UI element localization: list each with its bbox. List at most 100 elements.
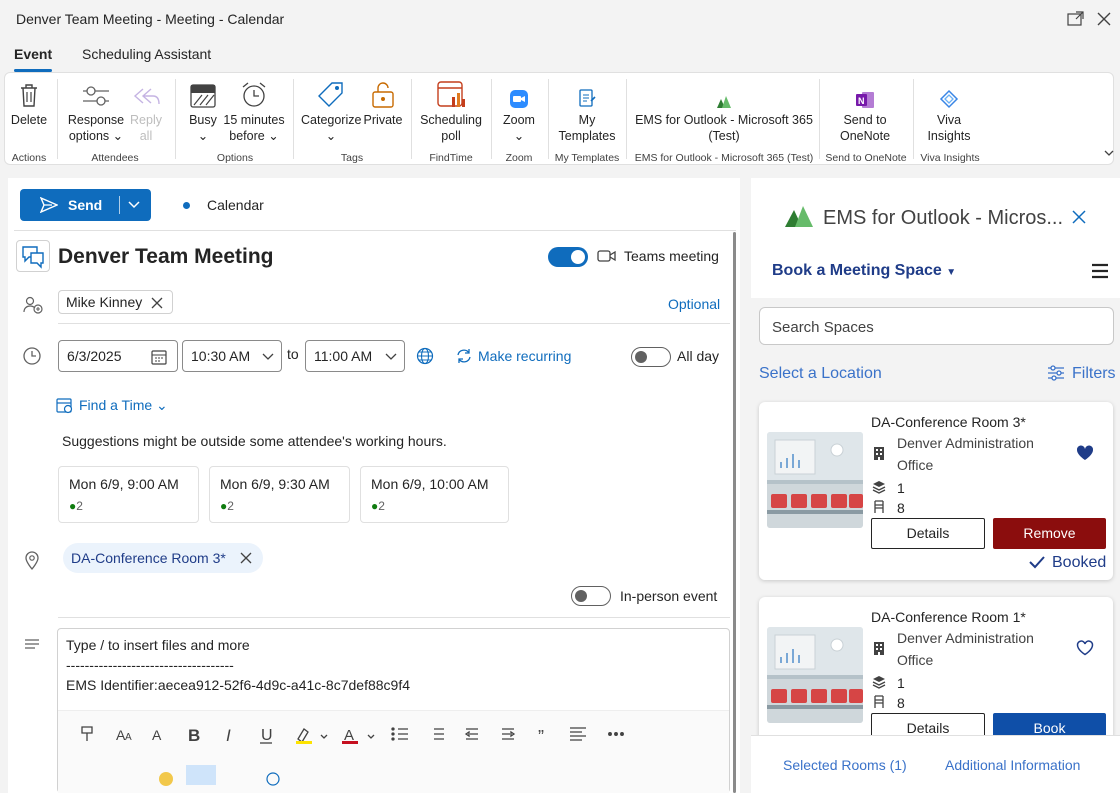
meeting-title-input[interactable]: Denver Team Meeting	[58, 245, 274, 269]
room-details-button[interactable]: Details	[871, 518, 985, 549]
response-label-2: options ⌄	[68, 129, 124, 143]
separator	[119, 196, 120, 214]
grow-font-icon[interactable]	[150, 723, 172, 747]
response-options-button[interactable]: Response options ⌄	[65, 77, 127, 144]
time-suggestion-card[interactable]: Mon 6/9, 9:00 AM ●2	[58, 466, 199, 523]
make-recurring-link[interactable]: Make recurring	[478, 348, 571, 364]
close-window-icon[interactable]	[1094, 9, 1114, 29]
clock-icon	[22, 346, 42, 371]
remove-location-icon[interactable]	[240, 551, 252, 569]
favorite-heart-outline-icon[interactable]	[1076, 640, 1094, 661]
suggestion-time: Mon 6/9, 9:00 AM	[69, 476, 179, 492]
reminder-label-1: 15 minutes	[223, 113, 285, 127]
busy-button[interactable]: Busy ⌄	[185, 77, 221, 144]
categorize-button[interactable]: Categorize ⌄	[301, 77, 361, 144]
chevron-down-icon: ⌄	[197, 129, 209, 143]
italic-icon[interactable]	[222, 723, 242, 747]
optional-attendees-link[interactable]: Optional	[668, 296, 720, 312]
close-addin-icon[interactable]	[1072, 210, 1086, 229]
find-time-icon	[56, 397, 74, 420]
selected-rooms-tab[interactable]: Selected Rooms (1)	[783, 757, 907, 773]
response-options-icon	[65, 77, 127, 109]
favorite-heart-icon[interactable]	[1076, 445, 1094, 466]
find-a-time-dropdown[interactable]: Find a Time ⌄	[79, 397, 168, 414]
ribbon-expand-icon[interactable]	[1102, 146, 1116, 160]
font-size-icon[interactable]	[114, 723, 136, 747]
highlight-icon[interactable]	[294, 723, 330, 747]
templates-label-1: My	[578, 113, 596, 127]
send-icon	[39, 196, 59, 218]
send-to-onenote-button[interactable]: N Send to OneNote	[827, 77, 903, 144]
poll-label-1: Scheduling	[420, 113, 482, 127]
reply-all-button[interactable]: Reply all	[129, 77, 163, 144]
viva-insights-icon	[919, 77, 979, 109]
building-icon	[873, 446, 885, 465]
decrease-indent-icon[interactable]	[462, 723, 486, 747]
additional-information-tab[interactable]: Additional Information	[945, 757, 1080, 773]
start-date-field[interactable]: 6/3/2025	[58, 340, 178, 372]
book-meeting-space-dropdown[interactable]: Book a Meeting Space ▼	[772, 262, 956, 280]
teams-meeting-toggle[interactable]	[548, 247, 588, 267]
delete-button[interactable]: Delete	[8, 77, 50, 128]
chevron-down-icon: ⌄	[325, 129, 337, 143]
lock-icon	[363, 77, 403, 109]
group-attendees: Attendees	[91, 152, 139, 164]
building-name-line-1: Denver Administration	[897, 630, 1034, 646]
capacity-value: 8	[897, 695, 905, 711]
quote-icon[interactable]	[534, 723, 554, 747]
select-location-link[interactable]: Select a Location	[759, 365, 882, 383]
bold-icon[interactable]	[186, 723, 206, 747]
ems-label-1: EMS for Outlook - Microsoft 365	[635, 113, 813, 127]
location-chip[interactable]: DA-Conference Room 3*	[63, 543, 263, 573]
ems-logo-icon	[784, 204, 814, 233]
send-button[interactable]: Send	[20, 189, 151, 221]
reminder-button[interactable]: 15 minutes before ⌄	[223, 77, 285, 144]
compose-scrollbar[interactable]	[733, 232, 736, 793]
building-name-line-2: Office	[897, 457, 934, 473]
format-painter-icon[interactable]	[78, 723, 100, 747]
onenote-label-2: OneNote	[839, 129, 891, 143]
zoom-button[interactable]: Zoom ⌄	[497, 77, 541, 144]
chevron-down-icon: ⌄	[513, 129, 525, 143]
all-day-toggle[interactable]	[631, 347, 671, 367]
attendee-chip[interactable]: Mike Kinney	[58, 290, 173, 314]
end-time-dropdown[interactable]: 11:00 AM	[305, 340, 405, 372]
zoom-icon	[497, 77, 541, 109]
calendar-selector[interactable]: Calendar	[207, 197, 264, 213]
ems-button[interactable]: EMS for Outlook - Microsoft 365 (Test)	[631, 77, 817, 144]
end-time-value: 11:00 AM	[314, 348, 373, 364]
start-time-dropdown[interactable]: 10:30 AM	[182, 340, 282, 372]
separator	[57, 79, 58, 159]
scheduling-poll-button[interactable]: Scheduling poll	[417, 77, 485, 144]
room-card: DA-Conference Room 1* Denver Administrat…	[759, 597, 1113, 747]
send-options-chevron-icon[interactable]	[127, 198, 141, 217]
room-name: DA-Conference Room 1*	[871, 609, 1026, 625]
align-icon[interactable]	[566, 723, 590, 747]
font-color-icon[interactable]	[340, 723, 376, 747]
bullet-list-icon[interactable]	[388, 723, 412, 747]
in-person-toggle[interactable]	[571, 586, 611, 606]
time-suggestion-card[interactable]: Mon 6/9, 9:30 AM ●2	[209, 466, 350, 523]
separator	[411, 79, 412, 159]
remove-room-button[interactable]: Remove	[993, 518, 1106, 549]
more-options-icon[interactable]	[604, 723, 628, 747]
tab-scheduling-assistant[interactable]: Scheduling Assistant	[82, 46, 211, 62]
my-templates-button[interactable]: My Templates	[553, 77, 621, 144]
search-spaces-input[interactable]: Search Spaces	[759, 307, 1114, 345]
chevron-down-icon: ⌄	[268, 129, 279, 143]
globe-icon[interactable]	[416, 347, 434, 370]
numbered-list-icon[interactable]	[426, 723, 450, 747]
filters-button[interactable]: Filters	[1072, 365, 1116, 383]
remove-attendee-icon[interactable]	[151, 296, 163, 314]
ems-identifier-text: EMS Identifier:aecea912-52f6-4d9c-a41c-8…	[66, 677, 410, 693]
tab-event[interactable]: Event	[14, 46, 52, 62]
meeting-type-icon[interactable]	[16, 240, 50, 272]
time-suggestion-card[interactable]: Mon 6/9, 10:00 AM ●2	[360, 466, 509, 523]
popout-icon[interactable]	[1066, 9, 1086, 29]
private-button[interactable]: Private	[363, 77, 403, 128]
hamburger-menu-icon[interactable]	[1091, 263, 1109, 284]
viva-insights-button[interactable]: Viva Insights	[919, 77, 979, 144]
calendar-picker-icon[interactable]	[151, 349, 167, 368]
increase-indent-icon[interactable]	[498, 723, 522, 747]
underline-icon[interactable]	[258, 723, 278, 747]
